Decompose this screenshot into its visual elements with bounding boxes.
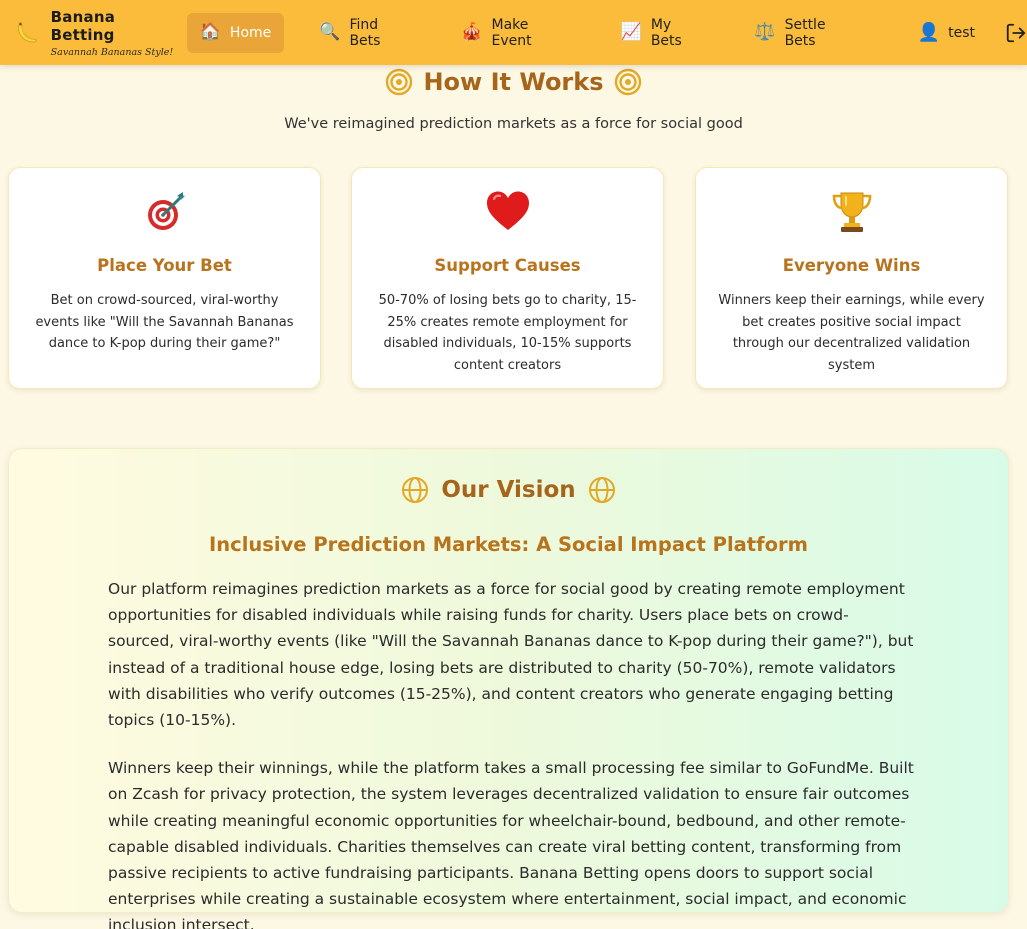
nav-item-settle-bets[interactable]: ⚖️ Settle Bets <box>741 13 873 53</box>
vision-title: Our Vision <box>441 477 576 503</box>
nav-item-label: My Bets <box>650 16 682 49</box>
globe-icon <box>402 477 429 503</box>
globe-icon <box>588 477 615 503</box>
feature-card-support-causes: Support Causes 50-70% of losing bets go … <box>351 167 664 389</box>
card-title: Everyone Wins <box>782 256 921 275</box>
card-description: Winners keep their earnings, while every… <box>718 293 985 373</box>
vision-subtitle: Inclusive Prediction Markets: A Social I… <box>209 533 808 556</box>
how-it-works-title: How It Works <box>423 68 604 96</box>
nav-item-make-event[interactable]: 🎪 Make Event <box>448 13 585 53</box>
card-description: 50-70% of losing bets go to charity, 15-… <box>378 293 637 373</box>
card-title: Support Causes <box>434 256 581 275</box>
bullseye-icon <box>386 68 413 96</box>
chart-up-icon: 📈 <box>620 22 642 42</box>
card-title: Place Your Bet <box>97 256 232 275</box>
brand-tagline: Savannah Bananas Style! <box>50 46 174 58</box>
nav-item-my-bets[interactable]: 📈 My Bets <box>608 13 720 53</box>
nav-item-label: Find Bets <box>349 16 381 49</box>
magnifier-icon: 🔍 <box>319 22 341 42</box>
nav-item-label: Home <box>229 24 272 41</box>
feature-card-everyone-wins: Everyone Wins Winners keep their earning… <box>695 167 1008 389</box>
nav-item-label: Make Event <box>491 16 532 49</box>
nav-item-label: Settle Bets <box>784 16 826 49</box>
nav-item-home[interactable]: 🏠 Home <box>186 12 285 53</box>
scales-icon: ⚖️ <box>754 22 776 42</box>
vision-paragraph: Winners keep their winnings, while the p… <box>108 759 914 929</box>
vision-body: Our platform reimagines prediction marke… <box>108 576 914 929</box>
user-menu[interactable]: 👤 test <box>910 13 983 53</box>
vision-heading: Our Vision <box>9 476 1008 504</box>
vision-paragraph: Our platform reimagines prediction marke… <box>108 580 914 730</box>
feature-card-place-bet: Place Your Bet Bet on crowd-sourced, vir… <box>8 167 321 389</box>
navbar: Banana Betting Savannah Bananas Style! 🏠… <box>0 0 1027 65</box>
card-description: Bet on crowd-sourced, viral-worthy event… <box>35 293 294 351</box>
how-it-works-heading: How It Works <box>0 64 1027 100</box>
heart-icon <box>352 190 663 234</box>
dart-target-icon <box>9 190 320 234</box>
house-icon: 🏠 <box>199 22 221 42</box>
username: test <box>948 24 976 41</box>
how-it-works-subtitle: We've reimagined prediction markets as a… <box>284 116 743 132</box>
banana-icon <box>18 22 37 42</box>
vision-section: Our Vision Inclusive Prediction Markets:… <box>8 448 1009 929</box>
bullseye-icon <box>614 68 641 96</box>
brand[interactable]: Banana Betting Savannah Bananas Style! <box>13 8 183 58</box>
logout-icon[interactable] <box>1005 22 1027 44</box>
nav-item-find-bets[interactable]: 🔍 Find Bets <box>306 13 426 53</box>
user-icon: 👤 <box>917 22 941 43</box>
trophy-icon <box>696 190 1007 234</box>
nav-links: 🏠 Home 🔍 Find Bets 🎪 Make Event 📈 My Bet… <box>186 12 896 53</box>
brand-title: Banana Betting <box>50 7 116 44</box>
circus-tent-icon: 🎪 <box>461 22 483 42</box>
feature-cards: Place Your Bet Bet on crowd-sourced, vir… <box>8 167 1008 389</box>
